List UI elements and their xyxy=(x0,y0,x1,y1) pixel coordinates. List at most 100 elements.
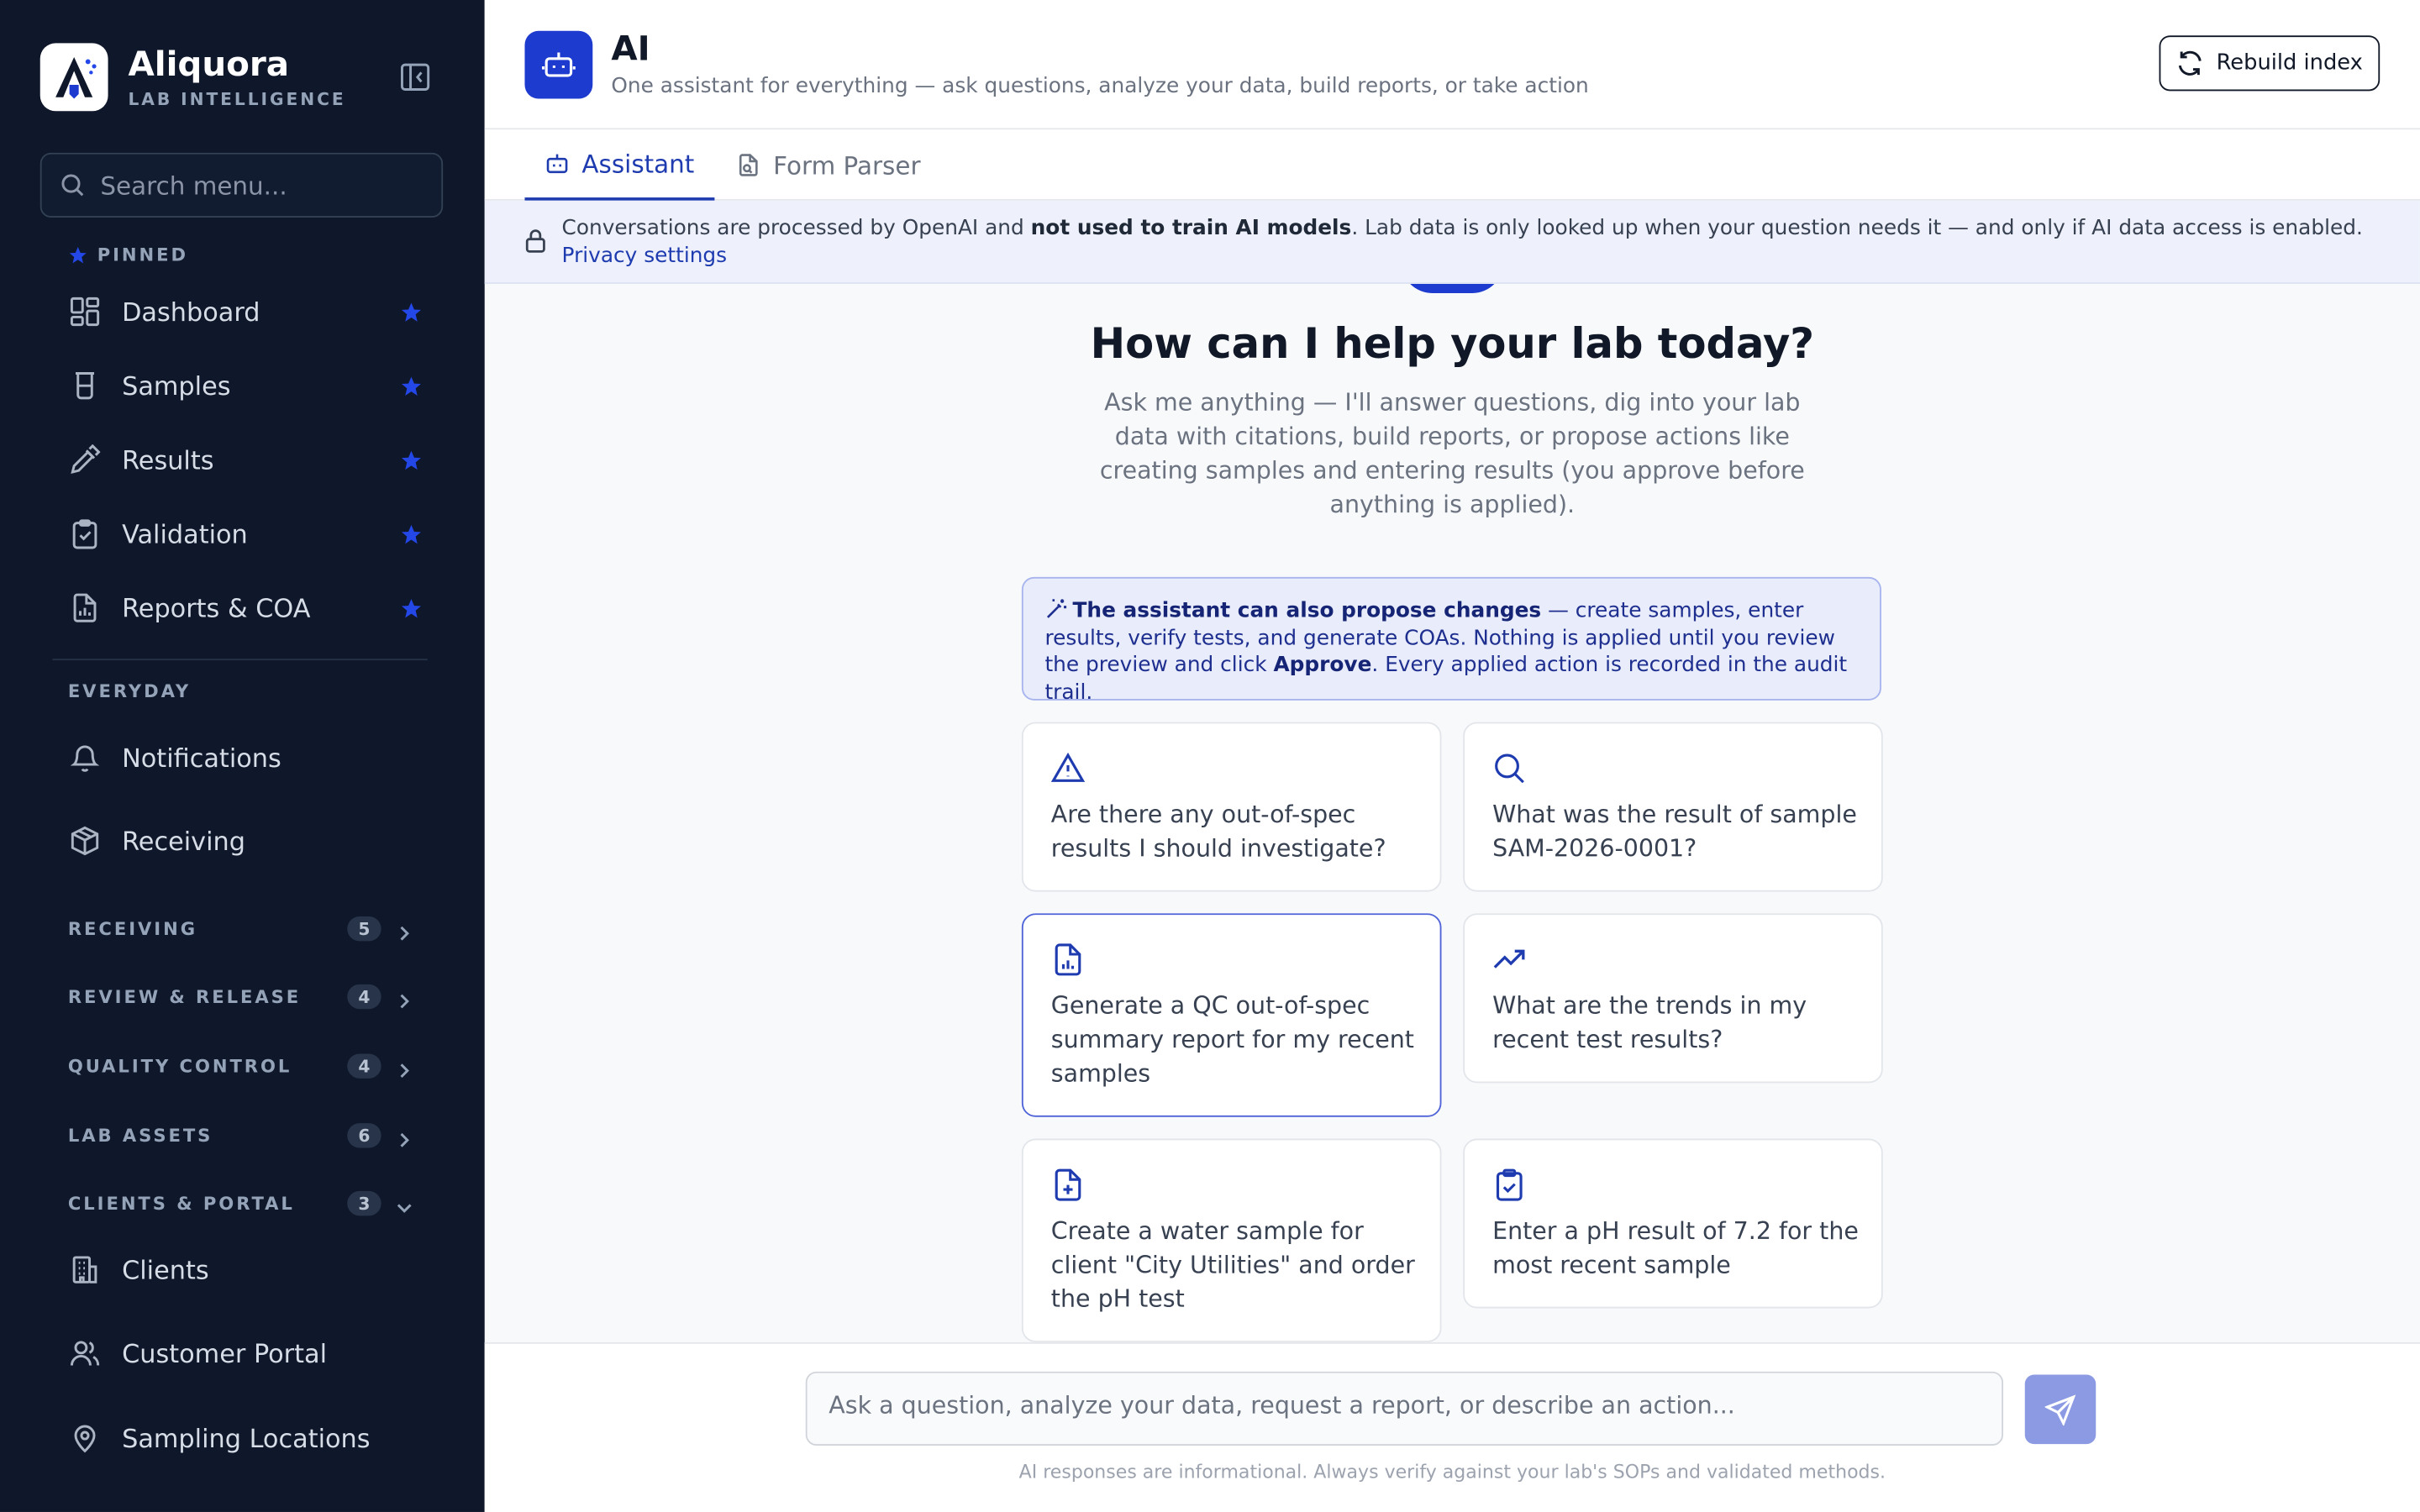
suggestion-card[interactable]: What are the trends in my recent test re… xyxy=(1463,913,1883,1084)
suggestion-text: Create a water sample for client "City U… xyxy=(1050,1217,1415,1314)
group-label: QUALITY CONTROL xyxy=(67,1055,292,1078)
sidebar-divider xyxy=(52,659,428,661)
bell-icon xyxy=(68,741,102,774)
logo xyxy=(39,43,108,112)
tab-label: Form Parser xyxy=(773,150,921,180)
pinned-star-icon[interactable] xyxy=(400,375,424,404)
suggestion-text: Enter a pH result of 7.2 for the most re… xyxy=(1492,1217,1859,1279)
brand-name: Aliquora xyxy=(128,45,290,85)
suggestion-text: What are the trends in my recent test re… xyxy=(1492,991,1807,1054)
sidebar-item-sampling-locations[interactable]: Sampling Locations xyxy=(68,1415,439,1461)
sidebar-item-validation[interactable]: Validation xyxy=(68,511,439,557)
page-subtitle: One assistant for everything — ask quest… xyxy=(611,74,1589,99)
sidebar: Aliquora LAB INTELLIGENCE Search menu...… xyxy=(0,0,485,1512)
sidebar-item-label: Validation xyxy=(122,519,248,549)
collapse-sidebar-button[interactable] xyxy=(397,59,434,96)
bot-icon xyxy=(524,30,593,99)
map-pin-icon xyxy=(68,1421,102,1455)
send-icon xyxy=(2044,1394,2076,1425)
chevron-right-icon xyxy=(395,987,413,1016)
suggestion-text: What was the result of sample SAM-2026-0… xyxy=(1492,801,1857,863)
pinned-section-label: PINNED xyxy=(68,244,188,265)
sidebar-item-notifications[interactable]: Notifications xyxy=(68,734,439,780)
star-icon xyxy=(69,246,87,263)
chevron-right-icon xyxy=(395,1057,413,1086)
file-chart-icon xyxy=(1051,942,1085,983)
file-chart-icon xyxy=(68,591,102,624)
everyday-section-label: EVERYDAY xyxy=(67,680,192,702)
package-icon xyxy=(68,824,102,858)
sidebar-item-results[interactable]: Results xyxy=(68,437,439,483)
sidebar-item-samples[interactable]: Samples xyxy=(68,363,439,409)
sidebar-item-label: Receiving xyxy=(122,826,245,856)
tab-form-parser[interactable]: Form Parser xyxy=(736,129,921,200)
suggestion-text: Generate a QC out-of-spec summary report… xyxy=(1050,991,1414,1088)
sidebar-item-dashboard[interactable]: Dashboard xyxy=(68,288,439,334)
page-title: AI xyxy=(611,30,650,70)
pinned-star-icon[interactable] xyxy=(400,449,424,478)
notice-bold: not used to train AI models xyxy=(1030,216,1352,241)
page-header: AI One assistant for everything — ask qu… xyxy=(484,0,2420,130)
users-icon xyxy=(68,1336,102,1370)
suggestion-card[interactable]: Are there any out-of-spec results I shou… xyxy=(1021,722,1442,892)
grid-icon xyxy=(68,295,102,328)
sidebar-item-clients[interactable]: Clients xyxy=(68,1247,439,1293)
pipette-icon xyxy=(68,443,102,476)
suggestion-card[interactable]: Create a water sample for client "City U… xyxy=(1021,1138,1442,1342)
beaker-icon xyxy=(68,369,102,402)
brand[interactable]: Aliquora LAB INTELLIGENCE xyxy=(39,43,346,112)
assistant-avatar xyxy=(1401,283,1503,293)
sidebar-item-reports-coa[interactable]: Reports & COA xyxy=(68,585,439,631)
group-count-badge: 5 xyxy=(347,916,381,942)
file-scan-icon xyxy=(739,154,758,176)
main-panel: AI One assistant for everything — ask qu… xyxy=(484,0,2420,1512)
chevron-right-icon xyxy=(395,920,413,949)
group-lab-assets[interactable]: LAB ASSETS 6 xyxy=(68,1117,417,1154)
send-button[interactable] xyxy=(2024,1374,2096,1445)
wand-icon xyxy=(1046,599,1067,618)
group-label: LAB ASSETS xyxy=(67,1124,213,1147)
pinned-star-icon[interactable] xyxy=(400,523,424,553)
group-receiving[interactable]: RECEIVING 5 xyxy=(68,911,417,948)
sidebar-item-customer-portal[interactable]: Customer Portal xyxy=(68,1330,439,1376)
group-count-badge: 4 xyxy=(347,984,381,1010)
group-clients-portal[interactable]: CLIENTS & PORTAL 3 xyxy=(68,1185,417,1222)
pinned-star-icon[interactable] xyxy=(400,597,424,627)
tab-label: Assistant xyxy=(581,149,695,179)
privacy-settings-link[interactable]: Privacy settings xyxy=(562,242,2383,270)
pinned-star-icon[interactable] xyxy=(400,301,424,330)
group-review-release[interactable]: REVIEW & RELEASE 4 xyxy=(68,978,417,1015)
privacy-notice-text: Conversations are processed by OpenAI an… xyxy=(562,214,2383,270)
group-count-badge: 3 xyxy=(347,1190,381,1216)
group-count-badge: 4 xyxy=(347,1053,381,1079)
file-plus-icon xyxy=(1051,1168,1085,1208)
refresh-icon xyxy=(2178,50,2202,76)
ai-disclaimer: AI responses are informational. Always v… xyxy=(1018,1461,1886,1483)
lock-icon xyxy=(524,228,546,260)
group-label: REVIEW & RELEASE xyxy=(67,985,302,1008)
chevron-down-icon xyxy=(395,1194,413,1224)
assistant-welcome: How can I help your lab today? Ask me an… xyxy=(485,283,2420,1342)
tab-bar: Assistant Form Parser xyxy=(484,129,2420,201)
propose-changes-callout: The assistant can also propose changes —… xyxy=(1021,576,1881,704)
message-input[interactable]: Ask a question, analyze your data, reque… xyxy=(805,1371,2004,1446)
group-label: CLIENTS & PORTAL xyxy=(67,1192,295,1215)
menu-search-input[interactable]: Search menu... xyxy=(39,152,444,218)
sidebar-item-receiving[interactable]: Receiving xyxy=(68,817,439,864)
clipboard-check-icon xyxy=(68,517,102,550)
rebuild-index-label: Rebuild index xyxy=(2216,50,2363,76)
group-quality-control[interactable]: QUALITY CONTROL 4 xyxy=(68,1047,417,1084)
sidebar-item-label: Results xyxy=(122,444,214,475)
search-placeholder: Search menu... xyxy=(100,170,287,200)
sidebar-item-label: Customer Portal xyxy=(122,1338,328,1368)
sidebar-item-label: Notifications xyxy=(122,743,281,773)
suggestion-card[interactable]: Generate a QC out-of-spec summary report… xyxy=(1021,913,1442,1117)
search-icon xyxy=(61,174,84,197)
privacy-notice: Conversations are processed by OpenAI an… xyxy=(484,200,2420,284)
suggestion-text: Are there any out-of-spec results I shou… xyxy=(1050,801,1386,863)
tab-assistant[interactable]: Assistant xyxy=(524,129,715,201)
suggestion-card[interactable]: Enter a pH result of 7.2 for the most re… xyxy=(1463,1138,1883,1309)
alert-triangle-icon xyxy=(1050,751,1086,791)
rebuild-index-button[interactable]: Rebuild index xyxy=(2159,35,2381,92)
suggestion-card[interactable]: What was the result of sample SAM-2026-0… xyxy=(1463,722,1883,892)
